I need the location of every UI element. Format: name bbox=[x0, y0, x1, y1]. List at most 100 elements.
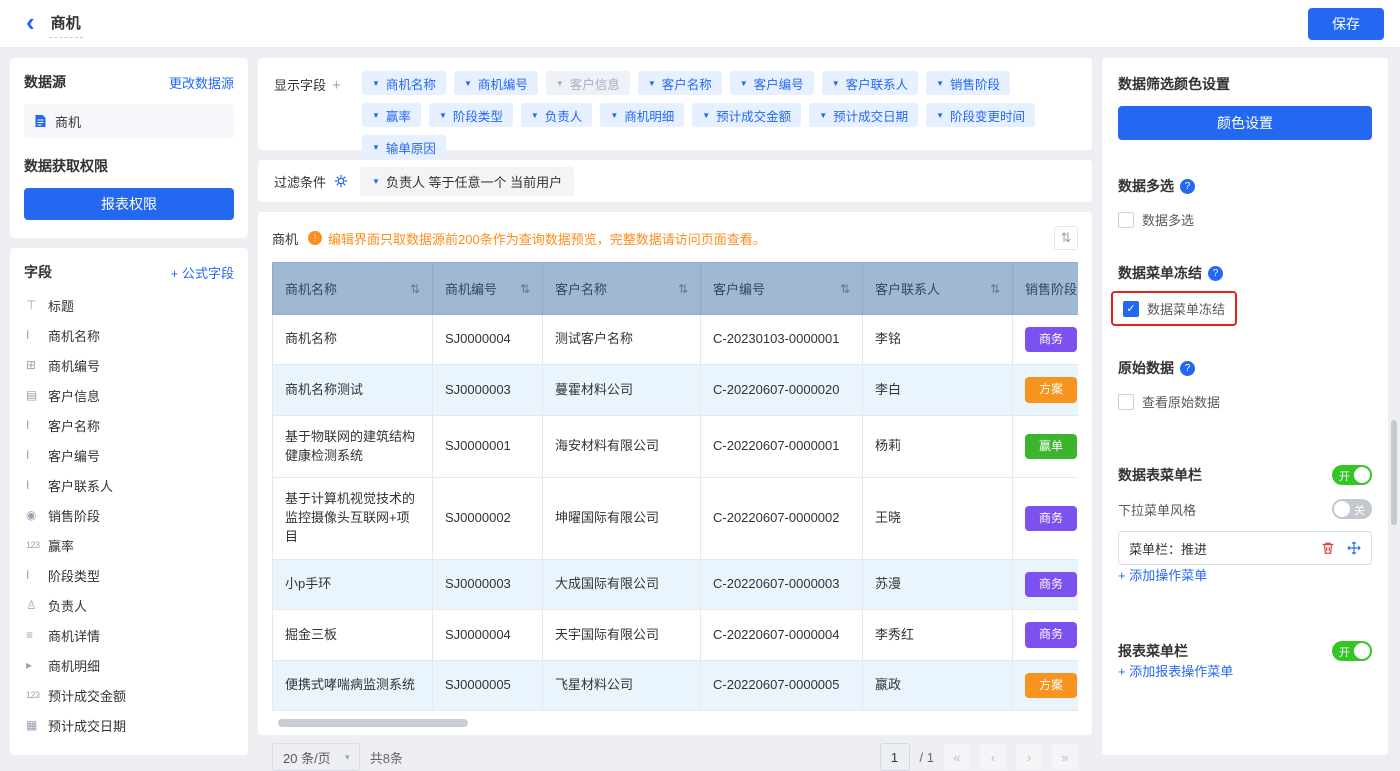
field-chip[interactable]: ▼赢率 bbox=[362, 103, 421, 127]
next-page-button[interactable]: › bbox=[1016, 744, 1042, 770]
add-report-menu-link[interactable]: + 添加报表操作菜单 bbox=[1118, 661, 1233, 680]
field-item-stage-type[interactable]: I阶段类型 bbox=[24, 560, 234, 590]
field-label: 客户名称 bbox=[48, 416, 100, 435]
menu-item-input[interactable]: 菜单栏：推进 bbox=[1118, 531, 1372, 565]
filter-condition-chip[interactable]: ▼ 负责人 等于任意一个 当前用户 bbox=[360, 167, 574, 196]
page-size-select[interactable]: 20 条/页 ▾ bbox=[272, 743, 360, 771]
save-button[interactable]: 保存 bbox=[1308, 8, 1384, 40]
column-sort-icon[interactable]: ⇅ bbox=[520, 282, 530, 296]
permission-title: 数据获取权限 bbox=[24, 156, 234, 176]
datasource-item[interactable]: 商机 bbox=[24, 104, 234, 138]
last-page-button[interactable]: » bbox=[1052, 744, 1078, 770]
field-item-sales-stage[interactable]: ◉销售阶段 bbox=[24, 500, 234, 530]
chart-icon: ▤ bbox=[26, 388, 48, 402]
table-cell: 方案 bbox=[1013, 660, 1079, 710]
display-fields-panel: 显示字段+ ▼商机名称 ▼商机编号 ▼客户信息 ▼客户名称 ▼客户编号 ▼客户联… bbox=[258, 58, 1092, 150]
stage-badge: 商务 bbox=[1025, 506, 1077, 531]
column-sort-icon[interactable]: ⇅ bbox=[840, 282, 850, 296]
field-label: 销售阶段 bbox=[48, 506, 100, 525]
field-label: 客户联系人 bbox=[48, 476, 113, 495]
table-cell: SJ0000003 bbox=[433, 560, 543, 610]
fields-panel: 字段 + 公式字段 ⊤标题 I商机名称 ⊞商机编号 ▤客户信息 I客户名称 I客… bbox=[10, 248, 248, 755]
preview-table: 商机名称⇅ 商机编号⇅ 客户名称⇅ 客户编号⇅ 客户联系人⇅ 销售阶段 商机名称… bbox=[272, 262, 1078, 711]
field-chip[interactable]: ▼预计成交日期 bbox=[809, 103, 918, 127]
field-item-customer-contact[interactable]: I客户联系人 bbox=[24, 470, 234, 500]
chevron-down-icon: ▼ bbox=[740, 79, 748, 88]
field-item-opportunity-detail[interactable]: ≡商机详情 bbox=[24, 620, 234, 650]
first-page-button[interactable]: « bbox=[944, 744, 970, 770]
change-datasource-link[interactable]: 更改数据源 bbox=[169, 73, 234, 92]
field-chip[interactable]: ▼商机明细 bbox=[600, 103, 684, 127]
gear-icon[interactable] bbox=[334, 174, 348, 188]
column-header[interactable]: 商机编号⇅ bbox=[433, 263, 543, 315]
pagination: 20 条/页 ▾ 共8条 1 / 1 « ‹ › » bbox=[272, 743, 1078, 771]
report-menu-toggle[interactable]: 开 bbox=[1332, 641, 1372, 661]
help-icon[interactable]: ? bbox=[1180, 361, 1195, 376]
field-item-customer-name[interactable]: I客户名称 bbox=[24, 410, 234, 440]
table-cell: 基于物联网的建筑结构健康检测系统 bbox=[273, 415, 433, 478]
field-item-customer-no[interactable]: I客户编号 bbox=[24, 440, 234, 470]
prev-page-button[interactable]: ‹ bbox=[980, 744, 1006, 770]
report-permission-button[interactable]: 报表权限 bbox=[24, 188, 234, 220]
help-icon[interactable]: ? bbox=[1180, 179, 1195, 194]
trash-icon[interactable] bbox=[1321, 541, 1335, 555]
column-header[interactable]: 销售阶段 bbox=[1013, 263, 1079, 315]
multi-select-checkbox[interactable] bbox=[1118, 212, 1134, 228]
raw-data-checkbox[interactable] bbox=[1118, 394, 1134, 410]
column-header[interactable]: 客户名称⇅ bbox=[543, 263, 701, 315]
field-item-win-rate[interactable]: 123赢率 bbox=[24, 530, 234, 560]
chip-label: 预计成交金额 bbox=[716, 106, 791, 125]
field-chip[interactable]: ▼阶段变更时间 bbox=[926, 103, 1035, 127]
page-size-value: 20 条/页 bbox=[283, 748, 331, 767]
help-icon[interactable]: ? bbox=[1208, 266, 1223, 281]
add-display-field-button[interactable]: + bbox=[332, 77, 341, 94]
current-page-input[interactable]: 1 bbox=[880, 743, 910, 771]
add-formula-field-link[interactable]: + 公式字段 bbox=[171, 263, 234, 282]
field-chip[interactable]: ▼负责人 bbox=[521, 103, 592, 127]
column-sort-icon[interactable]: ⇅ bbox=[678, 282, 688, 296]
field-item-opportunity-no[interactable]: ⊞商机编号 bbox=[24, 350, 234, 380]
field-chip[interactable]: ▼销售阶段 bbox=[926, 71, 1010, 95]
field-chip[interactable]: ▼商机编号 bbox=[454, 71, 538, 95]
field-chip[interactable]: ▼客户联系人 bbox=[822, 71, 918, 95]
column-header[interactable]: 客户编号⇅ bbox=[701, 263, 863, 315]
field-item-expected-amount[interactable]: 123预计成交金额 bbox=[24, 680, 234, 710]
field-item-customer-info[interactable]: ▤客户信息 bbox=[24, 380, 234, 410]
field-chip[interactable]: ▼客户编号 bbox=[730, 71, 814, 95]
add-action-menu-link[interactable]: + 添加操作菜单 bbox=[1118, 565, 1207, 584]
color-settings-button[interactable]: 颜色设置 bbox=[1118, 106, 1372, 140]
column-header[interactable]: 商机名称⇅ bbox=[273, 263, 433, 315]
field-label: 客户信息 bbox=[48, 386, 100, 405]
table-cell: 李白 bbox=[863, 365, 1013, 415]
menu-freeze-checkbox[interactable]: ✓ bbox=[1123, 301, 1139, 317]
field-item-title[interactable]: ⊤标题 bbox=[24, 290, 234, 320]
chevron-down-icon: ▼ bbox=[819, 111, 827, 120]
field-item-owner[interactable]: ♙负责人 bbox=[24, 590, 234, 620]
sort-button[interactable]: ⇅ bbox=[1054, 226, 1078, 250]
column-sort-icon[interactable]: ⇅ bbox=[990, 282, 1000, 296]
table-cell: 便携式哮喘病监测系统 bbox=[273, 660, 433, 710]
field-chip[interactable]: ▼阶段类型 bbox=[429, 103, 513, 127]
horizontal-scrollbar-thumb[interactable] bbox=[278, 719, 468, 727]
back-icon[interactable]: ‹ bbox=[26, 9, 35, 35]
page-title[interactable]: 商机 bbox=[49, 10, 83, 38]
chevron-down-icon: ▼ bbox=[531, 111, 539, 120]
table-cell: 小p手环 bbox=[273, 560, 433, 610]
field-chip[interactable]: ▼预计成交金额 bbox=[692, 103, 801, 127]
vertical-scrollbar[interactable] bbox=[1391, 420, 1397, 525]
horizontal-scrollbar[interactable] bbox=[272, 719, 1078, 727]
table-menu-toggle[interactable]: 开 bbox=[1332, 465, 1372, 485]
field-item-expected-date[interactable]: ▦预计成交日期 bbox=[24, 710, 234, 740]
field-chip-disabled[interactable]: ▼客户信息 bbox=[546, 71, 630, 95]
move-icon[interactable] bbox=[1347, 541, 1361, 555]
column-sort-icon[interactable]: ⇅ bbox=[410, 282, 420, 296]
table-cell: 天宇国际有限公司 bbox=[543, 610, 701, 660]
field-item-opportunity-items[interactable]: ▸商机明细 bbox=[24, 650, 234, 680]
field-chip[interactable]: ▼客户名称 bbox=[638, 71, 722, 95]
field-chip[interactable]: ▼输单原因 bbox=[362, 135, 446, 159]
field-item-opportunity-name[interactable]: I商机名称 bbox=[24, 320, 234, 350]
column-header[interactable]: 客户联系人⇅ bbox=[863, 263, 1013, 315]
field-chip[interactable]: ▼商机名称 bbox=[362, 71, 446, 95]
dropdown-style-toggle[interactable]: 关 bbox=[1332, 499, 1372, 519]
table-cell: 大成国际有限公司 bbox=[543, 560, 701, 610]
